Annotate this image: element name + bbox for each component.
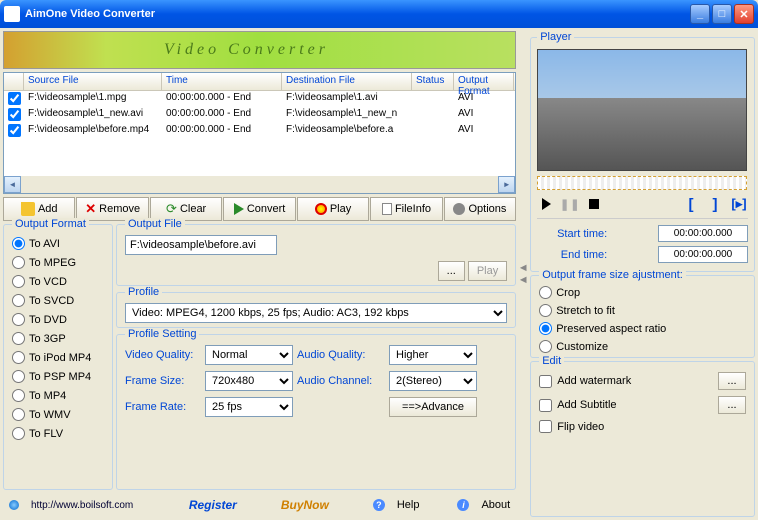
output-format-panel: Output Format To AVITo MPEGTo VCDTo SVCD… bbox=[3, 224, 113, 490]
h-scrollbar[interactable]: ◄ ► bbox=[4, 176, 515, 193]
frame-size-select[interactable]: 720x480 bbox=[205, 371, 293, 391]
audio-quality-label: Audio Quality: bbox=[297, 349, 385, 361]
register-link[interactable]: Register bbox=[189, 498, 237, 512]
frame-adjust-radio[interactable]: Stretch to fit bbox=[539, 304, 746, 317]
video-quality-label: Video Quality: bbox=[125, 349, 201, 361]
format-radio[interactable]: To VCD bbox=[12, 275, 118, 288]
options-button[interactable]: Options bbox=[444, 197, 516, 221]
profile-panel: Profile Video: MPEG4, 1200 kbps, 25 fps;… bbox=[116, 292, 516, 328]
profile-setting-panel: Profile Setting Video Quality: Normal Au… bbox=[116, 334, 516, 490]
format-radio[interactable]: To DVD bbox=[12, 313, 118, 326]
pause-icon: ❚❚ bbox=[560, 198, 580, 211]
file-table: Source File Time Destination File Status… bbox=[3, 72, 516, 194]
col-destination[interactable]: Destination File bbox=[282, 73, 412, 90]
folder-icon bbox=[21, 202, 35, 216]
table-header: Source File Time Destination File Status… bbox=[4, 73, 515, 91]
subtitle-checkbox[interactable] bbox=[539, 399, 552, 412]
end-time-label: End time: bbox=[537, 249, 607, 261]
player-stop-button[interactable] bbox=[585, 196, 603, 212]
seek-slider[interactable] bbox=[537, 176, 747, 190]
format-radio[interactable]: To iPod MP4 bbox=[12, 351, 118, 364]
info-icon: i bbox=[457, 499, 469, 511]
banner: Video Converter bbox=[3, 31, 516, 69]
refresh-icon: ⟳ bbox=[166, 201, 177, 217]
frame-adjust-radio[interactable]: Crop bbox=[539, 286, 746, 299]
table-row[interactable]: F:\videosample\1.mpg00:00:00.000 - End F… bbox=[4, 91, 515, 107]
help-link[interactable]: Help bbox=[397, 499, 420, 511]
col-format[interactable]: Output Format bbox=[454, 73, 514, 90]
format-radio[interactable]: To 3GP bbox=[12, 332, 118, 345]
format-radio[interactable]: To MP4 bbox=[12, 389, 118, 402]
frame-rate-select[interactable]: 25 fps bbox=[205, 397, 293, 417]
maximize-button[interactable]: □ bbox=[712, 4, 732, 24]
start-time-value[interactable]: 00:00:00.000 bbox=[658, 225, 748, 242]
website-link[interactable]: http://www.boilsoft.com bbox=[31, 500, 133, 511]
audio-channel-label: Audio Channel: bbox=[297, 375, 385, 387]
play-icon bbox=[542, 198, 551, 210]
frame-adjust-panel: Output frame size ajustment: CropStretch… bbox=[530, 275, 755, 358]
start-time-label: Start time: bbox=[537, 228, 607, 240]
watermark-config-button[interactable]: ... bbox=[718, 372, 746, 390]
player-panel: Player ❚❚ [ ] [▸] Start time: 00:00:00.0… bbox=[530, 31, 755, 272]
player-pause-button[interactable]: ❚❚ bbox=[561, 196, 579, 212]
format-radio[interactable]: To AVI bbox=[12, 237, 118, 250]
watermark-checkbox[interactable] bbox=[539, 375, 552, 388]
format-radio[interactable]: To MPEG bbox=[12, 256, 118, 269]
app-icon bbox=[4, 6, 20, 22]
col-time[interactable]: Time bbox=[162, 73, 282, 90]
flip-checkbox[interactable] bbox=[539, 420, 552, 433]
fileinfo-button[interactable]: FileInfo bbox=[370, 197, 442, 221]
output-file-input[interactable] bbox=[125, 235, 277, 255]
footer: http://www.boilsoft.com Register BuyNow … bbox=[3, 493, 516, 517]
audio-quality-select[interactable]: Higher bbox=[389, 345, 477, 365]
browse-button[interactable]: ... bbox=[438, 261, 465, 281]
splitter[interactable]: ◄◄ bbox=[519, 31, 527, 517]
scroll-right-icon[interactable]: ► bbox=[498, 176, 515, 193]
play-button[interactable]: Play bbox=[297, 197, 369, 221]
end-time-value[interactable]: 00:00:00.000 bbox=[658, 246, 748, 263]
titlebar[interactable]: AimOne Video Converter _ □ ✕ bbox=[0, 0, 758, 28]
globe-icon bbox=[9, 500, 19, 510]
format-radio[interactable]: To PSP MP4 bbox=[12, 370, 118, 383]
frame-size-label: Frame Size: bbox=[125, 375, 201, 387]
stop-icon bbox=[589, 199, 599, 209]
buynow-link[interactable]: BuyNow bbox=[281, 498, 329, 512]
table-row[interactable]: F:\videosample\before.mp400:00:00.000 - … bbox=[4, 123, 515, 139]
window-title: AimOne Video Converter bbox=[25, 8, 155, 20]
col-source[interactable]: Source File bbox=[24, 73, 162, 90]
file-icon bbox=[382, 203, 392, 215]
player-play-button[interactable] bbox=[537, 196, 555, 212]
frame-adjust-radio[interactable]: Customize bbox=[539, 340, 746, 353]
goto-end-button[interactable]: [▸] bbox=[730, 196, 748, 212]
video-preview[interactable] bbox=[537, 49, 747, 171]
about-link[interactable]: About bbox=[481, 499, 510, 511]
col-status[interactable]: Status bbox=[412, 73, 454, 90]
frame-adjust-radio[interactable]: Preserved aspect ratio bbox=[539, 322, 746, 335]
frame-rate-label: Frame Rate: bbox=[125, 401, 201, 413]
help-icon: ? bbox=[373, 499, 385, 511]
mark-in-button[interactable]: [ bbox=[682, 196, 700, 212]
output-file-panel: Output File ... Play bbox=[116, 224, 516, 286]
gear-icon bbox=[453, 203, 465, 215]
table-row[interactable]: F:\videosample\1_new.avi00:00:00.000 - E… bbox=[4, 107, 515, 123]
close-button[interactable]: ✕ bbox=[734, 4, 754, 24]
target-icon bbox=[315, 203, 327, 215]
mark-out-button[interactable]: ] bbox=[706, 196, 724, 212]
play-output-button[interactable]: Play bbox=[468, 261, 507, 281]
format-radio[interactable]: To WMV bbox=[12, 408, 118, 421]
subtitle-config-button[interactable]: ... bbox=[718, 396, 746, 414]
audio-channel-select[interactable]: 2(Stereo) bbox=[389, 371, 477, 391]
edit-panel: Edit Add watermark... Add Subtitle... Fl… bbox=[530, 361, 755, 517]
scroll-left-icon[interactable]: ◄ bbox=[4, 176, 21, 193]
minimize-button[interactable]: _ bbox=[690, 4, 710, 24]
format-radio[interactable]: To SVCD bbox=[12, 294, 118, 307]
x-icon: ✕ bbox=[85, 201, 96, 217]
profile-select[interactable]: Video: MPEG4, 1200 kbps, 25 fps; Audio: … bbox=[125, 303, 507, 323]
convert-button[interactable]: Convert bbox=[223, 197, 295, 221]
play-icon bbox=[234, 203, 244, 215]
advance-button[interactable]: ==>Advance bbox=[389, 397, 477, 417]
format-radio[interactable]: To FLV bbox=[12, 427, 118, 440]
video-quality-select[interactable]: Normal bbox=[205, 345, 293, 365]
